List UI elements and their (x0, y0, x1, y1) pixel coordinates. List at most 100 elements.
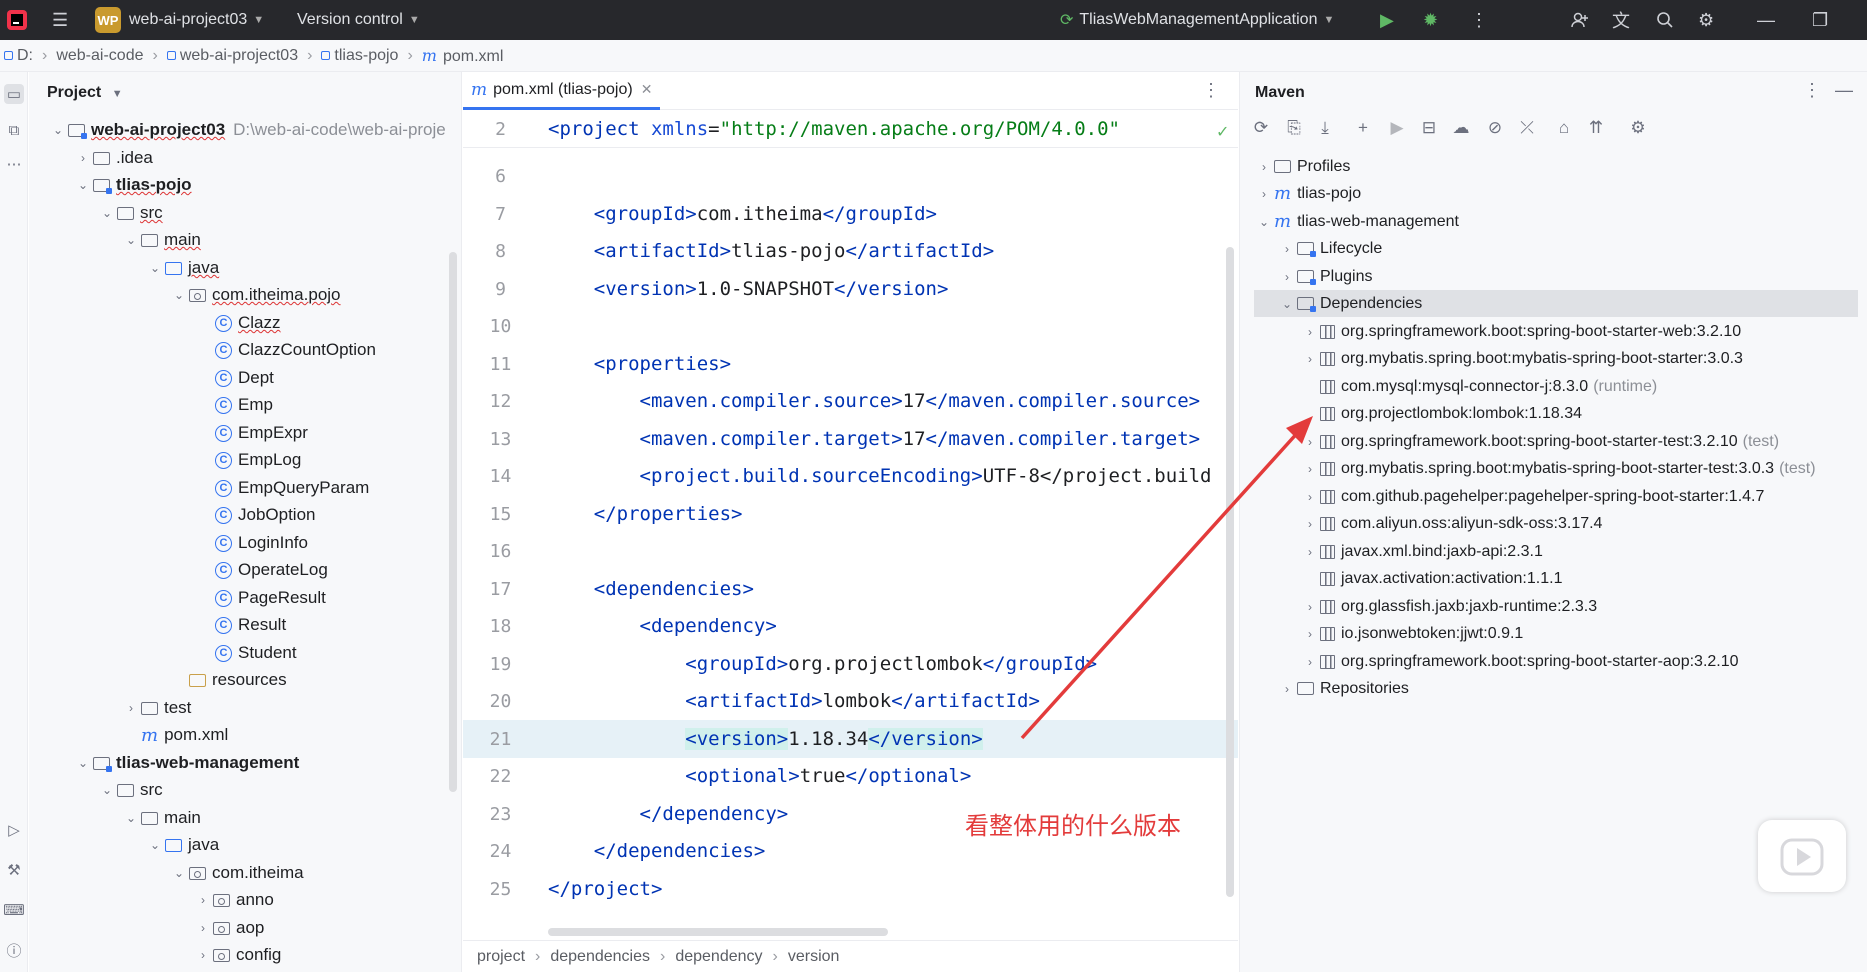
maven-tree-item[interactable]: › Plugins (1277, 263, 1372, 290)
vcs-menu[interactable]: Version control ▼ (297, 0, 420, 40)
chevron-right-icon[interactable]: › (73, 151, 93, 165)
chevron-right-icon[interactable]: › (1300, 517, 1320, 531)
chevron-right-icon[interactable]: › (1300, 627, 1320, 641)
tree-item-package[interactable]: › config (193, 942, 281, 968)
show-dependencies-icon[interactable]: ⌂ (1553, 117, 1575, 139)
chevron-down-icon[interactable]: ⌄ (48, 123, 68, 137)
tree-item-idea[interactable]: › .idea (73, 145, 153, 171)
tree-item-test[interactable]: › test (121, 695, 191, 721)
tree-item-package[interactable]: › aop (193, 915, 264, 941)
chevron-down-icon[interactable]: ⌄ (97, 783, 117, 797)
tree-item-class[interactable]: C EmpLog (215, 447, 301, 473)
code-line[interactable]: 20 <artifactId>lombok</artifactId> (463, 682, 1238, 720)
dependency-item[interactable]: › com.aliyun.oss:aliyun-sdk-oss:3.17.4 (1300, 510, 1602, 537)
tree-item-class[interactable]: C EmpExpr (215, 420, 308, 446)
project-tool-icon[interactable]: ▭ (4, 84, 24, 104)
editor-vertical-scrollbar[interactable] (1226, 247, 1234, 897)
tree-item-package[interactable]: ⌄ com.itheima.pojo (169, 282, 341, 308)
code-line[interactable]: 8 <artifactId>tlias-pojo</artifactId> (463, 232, 1238, 270)
chevron-right-icon[interactable]: › (193, 948, 213, 962)
run-icon[interactable]: ▶ (1380, 0, 1394, 40)
chevron-right-icon[interactable]: › (121, 701, 141, 715)
chevron-down-icon[interactable]: ⌄ (1277, 297, 1297, 311)
tree-item-class[interactable]: C PageResult (215, 585, 326, 611)
tree-item-tlias-web-management[interactable]: ⌄ tlias-web-management (73, 750, 299, 776)
offline-icon[interactable]: ☁ (1450, 117, 1472, 139)
chevron-right-icon[interactable]: › (193, 921, 213, 935)
dependency-item[interactable]: › io.jsonwebtoken:jjwt:0.9.1 (1300, 620, 1523, 647)
tree-item-main[interactable]: ⌄ main (121, 805, 201, 831)
tree-item-class[interactable]: C Dept (215, 365, 274, 391)
code-line[interactable]: 14 <project.build.sourceEncoding>UTF-8</… (463, 457, 1238, 495)
tree-item-class[interactable]: C JobOption (215, 502, 316, 528)
breadcrumb-item[interactable]: tlias-pojo (321, 47, 398, 65)
dependency-item[interactable]: › org.springframework.boot:spring-boot-st… (1300, 428, 1779, 455)
collapse-icon[interactable]: ⇈ (1585, 117, 1607, 139)
problems-tool-icon[interactable]: ⓘ (4, 940, 24, 960)
tree-item-main[interactable]: ⌄ main (121, 227, 201, 253)
video-play-button[interactable] (1758, 820, 1846, 892)
dependency-item[interactable]: javax.activation:activation:1.1.1 (1300, 565, 1562, 592)
code-line[interactable]: 13 <maven.compiler.target>17</maven.comp… (463, 420, 1238, 458)
tree-item-pom[interactable]: m pom.xml (121, 722, 228, 748)
project-panel-header[interactable]: Project ▼ (47, 84, 123, 102)
code-line[interactable]: 22 <optional>true</optional> (463, 757, 1238, 795)
chevron-right-icon[interactable]: › (1300, 600, 1320, 614)
chevron-down-icon[interactable]: ⌄ (145, 261, 165, 275)
editor-crumb[interactable]: dependency (675, 948, 762, 966)
maven-tree-item[interactable]: › Repositories (1277, 675, 1409, 702)
debug-icon[interactable]: ✹ (1423, 0, 1438, 40)
code-line[interactable]: 10 (463, 307, 1238, 345)
tree-item-class[interactable]: C Clazz (215, 310, 281, 336)
chevron-down-icon[interactable]: ⌄ (169, 866, 189, 880)
breadcrumb-item[interactable]: m pom.xml (422, 46, 504, 66)
code-line[interactable]: 18 <dependency> (463, 607, 1238, 645)
maven-tree-item[interactable]: › Lifecycle (1277, 235, 1382, 262)
structure-tool-icon[interactable]: ⧉ (4, 120, 24, 140)
dependency-item[interactable]: › org.springframework.boot:spring-boot-st… (1300, 318, 1741, 345)
tree-item-class[interactable]: C Emp (215, 392, 273, 418)
settings-icon[interactable]: ⚙ (1627, 117, 1649, 139)
tree-item-class[interactable]: C EmpQueryParam (215, 475, 369, 501)
minimize-icon[interactable]: — (1757, 0, 1775, 40)
chevron-right-icon[interactable]: › (1300, 435, 1320, 449)
chevron-right-icon[interactable]: › (1254, 187, 1274, 201)
code-line[interactable]: 16 (463, 532, 1238, 570)
editor-crumb[interactable]: dependencies (550, 948, 650, 966)
editor-crumb[interactable]: version (788, 948, 840, 966)
tree-item-package[interactable]: › anno (193, 887, 274, 913)
dependency-item[interactable]: › org.mybatis.spring.boot:mybatis-spring-… (1300, 455, 1816, 482)
breadcrumb-item[interactable]: D: (4, 47, 33, 65)
code-line[interactable]: 25 </project> (463, 870, 1238, 908)
tree-item-tlias-pojo[interactable]: ⌄ tlias-pojo (73, 172, 192, 198)
download-icon[interactable]: ⤓ (1314, 117, 1336, 139)
code-line[interactable]: 9 <version>1.0-SNAPSHOT</version> (463, 270, 1238, 308)
code-line[interactable]: 17 <dependencies> (463, 570, 1238, 608)
tab-pom-xml[interactable]: m pom.xml (tlias-pojo) ✕ (463, 72, 661, 110)
chevron-right-icon[interactable]: › (1277, 682, 1297, 696)
chevron-down-icon[interactable]: ⌄ (169, 288, 189, 302)
chevron-down-icon[interactable]: ⌄ (97, 206, 117, 220)
tree-item-class[interactable]: C LoginInfo (215, 530, 308, 556)
code-line[interactable]: 12 <maven.compiler.source>17</maven.comp… (463, 382, 1238, 420)
chevron-right-icon[interactable]: › (1277, 242, 1297, 256)
dependency-item[interactable]: › org.springframework.boot:spring-boot-st… (1300, 648, 1739, 675)
tree-item-src[interactable]: ⌄ src (97, 777, 163, 803)
terminal-tool-icon[interactable]: ⌨ (3, 900, 25, 920)
close-icon[interactable]: ✕ (641, 81, 653, 98)
code-line[interactable]: 15 </properties> (463, 495, 1238, 533)
reload-icon[interactable]: ⟳ (1250, 117, 1272, 139)
chevron-right-icon[interactable]: › (1300, 490, 1320, 504)
project-scrollbar[interactable] (449, 252, 457, 792)
add-icon[interactable]: + (1352, 117, 1374, 139)
maven-tree-item[interactable]: › m tlias-pojo (1254, 180, 1361, 207)
tree-item-src[interactable]: ⌄ src (97, 200, 163, 226)
tree-item-class[interactable]: C OperateLog (215, 557, 328, 583)
code-line[interactable]: 6 (463, 157, 1238, 195)
chevron-down-icon[interactable]: ⌄ (121, 233, 141, 247)
more-tools-icon[interactable]: ⋯ (4, 154, 24, 174)
generate-sources-icon[interactable]: ⎘ (1283, 117, 1305, 139)
tree-item-class[interactable]: C ClazzCountOption (215, 337, 376, 363)
chevron-down-icon[interactable]: ⌄ (145, 838, 165, 852)
tree-item-package[interactable]: ⌄ com.itheima (169, 860, 304, 886)
